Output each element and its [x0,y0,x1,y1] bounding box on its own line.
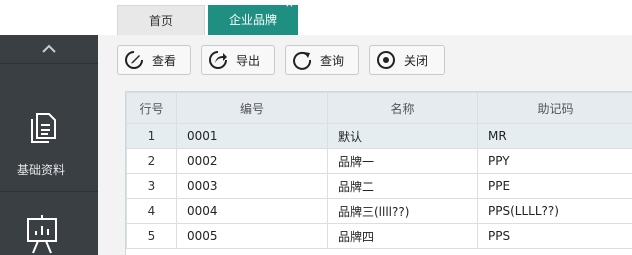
cell-row-number: 2 [126,148,177,174]
cell-name: 默认 [327,123,478,149]
brand-grid: 行号 编号 名称 助记码 1 0001 默认 MR 2 0002 品牌一 PPY [125,91,632,255]
export-label: 导出 [236,53,261,68]
export-button[interactable]: 导出 [201,45,275,75]
cell-name: 品牌一 [327,148,478,174]
column-header-name[interactable]: 名称 [327,92,478,124]
cell-code: 0003 [176,173,328,199]
sidebar-item-label: 基础资料 [16,163,65,177]
sidebar-item-report[interactable] [0,215,98,255]
view-button[interactable]: 查看 [117,45,191,75]
close-button[interactable]: 关闭 [369,45,445,75]
cell-code: 0004 [176,198,328,224]
cell-name: 品牌二 [327,173,478,199]
cell-row-number: 1 [126,123,177,149]
cell-code: 0005 [176,223,328,249]
column-header-row-number[interactable]: 行号 [126,92,177,124]
query-button[interactable]: 查询 [285,45,359,75]
chevron-up-icon [42,44,56,53]
table-row[interactable]: 1 0001 默认 MR [126,123,632,149]
export-circle-icon [209,51,227,69]
tab-home[interactable]: 首页 [117,5,205,35]
tab-bar: 首页 企业品牌 × [0,0,632,35]
data-table: 行号 编号 名称 助记码 1 0001 默认 MR 2 0002 品牌一 PPY [126,92,632,249]
presentation-chart-icon [27,215,57,254]
cell-mnemonic: PPS(LLLL??) [477,198,632,224]
tab-enterprise-brand[interactable]: 企业品牌 × [208,0,298,35]
sidebar-item-basic-data[interactable]: 基础资料 [0,99,98,179]
cell-code: 0002 [176,148,328,174]
sidebar-header [0,0,98,35]
sidebar: 基础资料 [0,35,98,255]
table-row[interactable]: 2 0002 品牌一 PPY [126,148,632,174]
refresh-icon [293,51,312,70]
cell-row-number: 3 [126,173,177,199]
sidebar-divider [0,191,98,192]
main-content: 查看 导出 查询 关闭 行号 编号 名称 助记码 1 0001 默认 MR 2 … [98,35,632,255]
toolbar: 查看 导出 查询 关闭 [98,35,632,81]
close-label: 关闭 [404,53,429,68]
close-tab-icon[interactable]: × [285,0,294,11]
stop-circle-icon [377,51,395,69]
column-header-code[interactable]: 编号 [176,92,328,124]
cell-mnemonic: MR [477,123,632,149]
column-header-mnemonic[interactable]: 助记码 [477,92,632,124]
cell-mnemonic: PPE [477,173,632,199]
cell-row-number: 4 [126,198,177,224]
table-row[interactable]: 4 0004 品牌三(llll??) PPS(LLLL??) [126,198,632,224]
tab-label: 企业品牌 [228,13,277,27]
cell-row-number: 5 [126,223,177,249]
cell-code: 0001 [176,123,328,149]
table-row[interactable]: 5 0005 品牌四 PPS [126,223,632,249]
cell-name: 品牌四 [327,223,478,249]
view-label: 查看 [152,53,177,68]
sidebar-divider [0,63,98,64]
table-header-row: 行号 编号 名称 助记码 [126,92,632,124]
query-label: 查询 [320,53,345,68]
edit-circle-icon [125,51,143,69]
cell-name: 品牌三(llll??) [327,198,478,224]
table-row[interactable]: 3 0003 品牌二 PPE [126,173,632,199]
cell-mnemonic: PPY [477,148,632,174]
collapse-button[interactable] [0,35,98,63]
document-copy-icon [31,113,56,143]
cell-mnemonic: PPS [477,223,632,249]
